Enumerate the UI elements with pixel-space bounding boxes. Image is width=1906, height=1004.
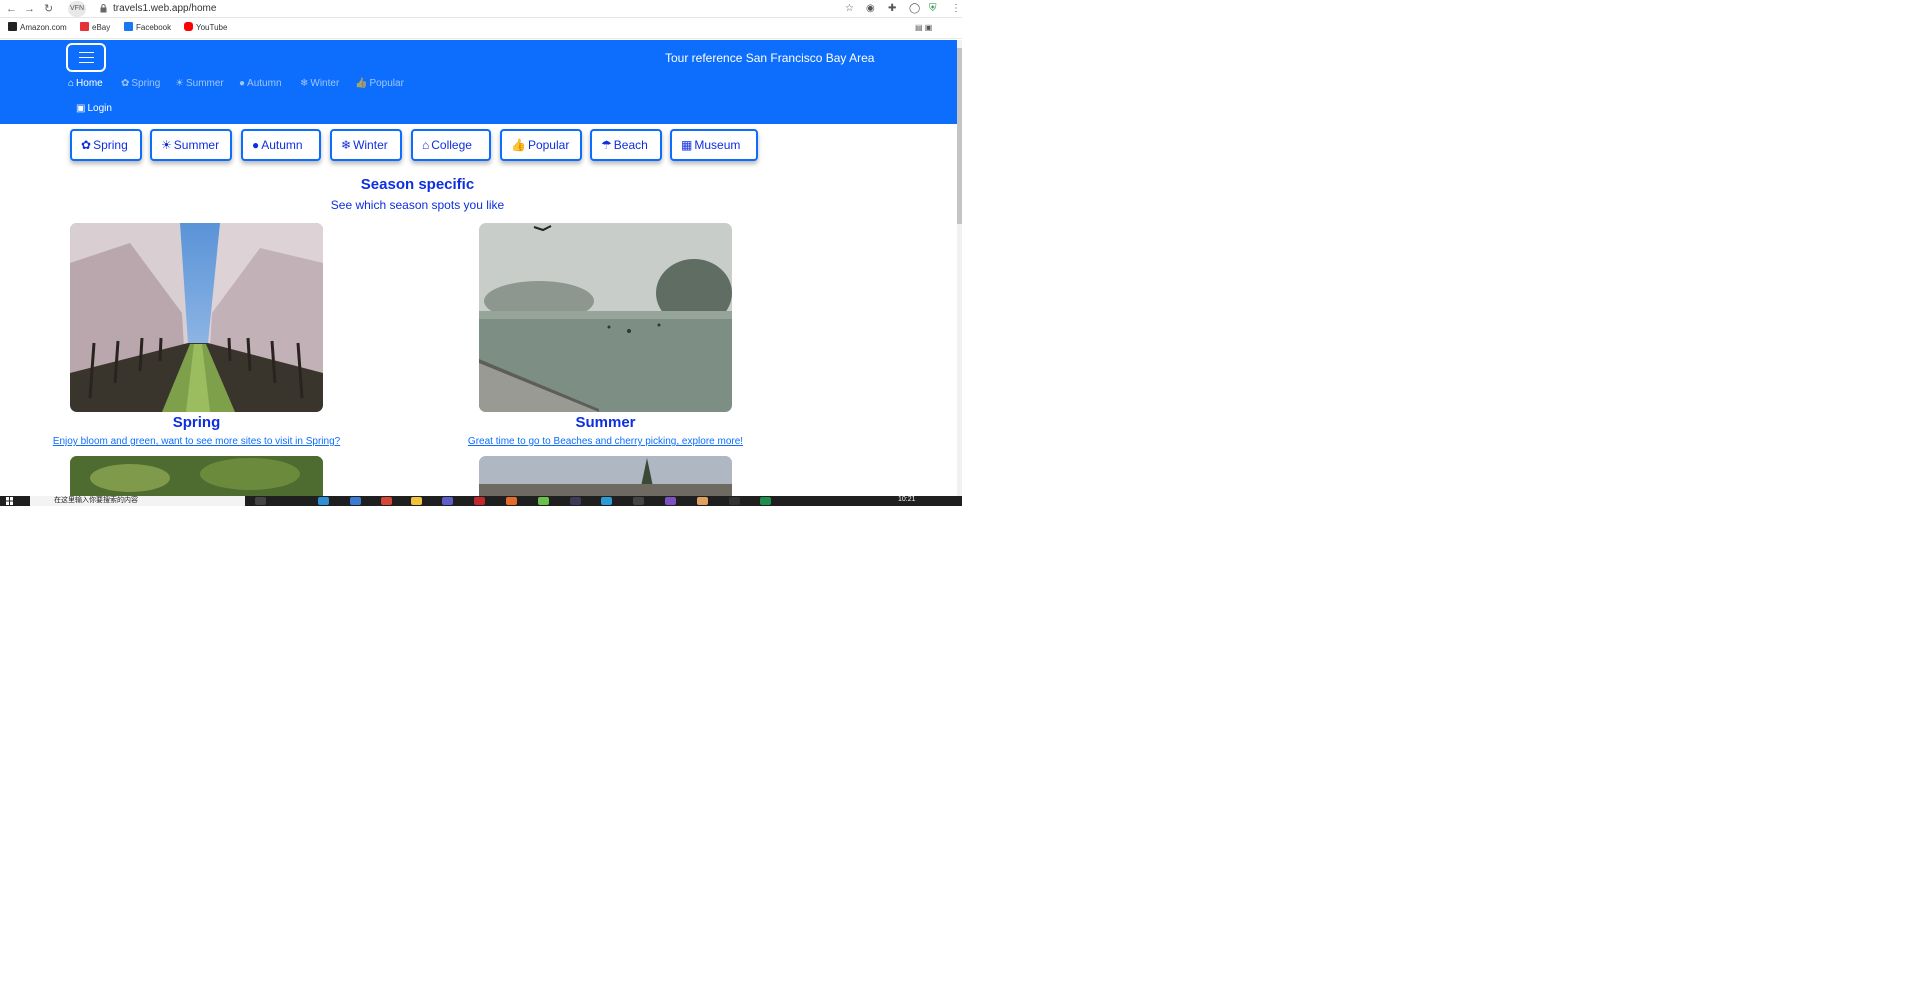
app-icon[interactable] <box>474 497 485 505</box>
lock-icon <box>100 4 107 13</box>
page-viewport: Tour reference San Francisco Bay Area ⌂ H… <box>0 40 957 496</box>
shield-icon[interactable]: ⛨ <box>929 2 937 16</box>
umbrella-icon: ☂ <box>601 138 612 152</box>
apple-icon: ● <box>239 78 246 89</box>
nav-link-popular[interactable]: 👍 Popular <box>355 78 404 90</box>
login-icon: ▣ <box>76 103 86 114</box>
ebay-icon <box>80 22 89 31</box>
nav-link-autumn[interactable]: ● Autumn <box>239 78 282 90</box>
chrome-icon[interactable] <box>506 497 517 505</box>
navbar-brand[interactable]: Tour reference San Francisco Bay Area <box>665 51 874 65</box>
nav-link-home[interactable]: ⌂ Home <box>68 78 103 90</box>
navbar-toggler-button[interactable] <box>66 43 106 72</box>
flower-icon: ✿ <box>121 78 130 89</box>
bookmark-youtube[interactable]: YouTube <box>184 22 227 34</box>
summer-card-link[interactable]: Great time to go to Beaches and cherry p… <box>440 436 771 448</box>
museum-icon: ▦ <box>681 138 693 152</box>
menu-icon[interactable]: ⋮ <box>951 2 961 16</box>
category-button-winter[interactable]: ❄ Winter <box>330 129 402 161</box>
excel-icon[interactable] <box>760 497 771 505</box>
foggy-lake-photo <box>479 223 732 412</box>
bookmark-amazon[interactable]: Amazon.com <box>8 22 67 34</box>
url-field[interactable]: travels1.web.app/home <box>113 2 216 16</box>
category-button-spring[interactable]: ✿ Spring <box>70 129 142 161</box>
taskbar-clock: 10:21 <box>898 496 916 503</box>
windows-start-icon[interactable] <box>3 497 17 505</box>
category-button-popular[interactable]: 👍 Popular <box>500 129 582 161</box>
browser-address-bar: ← → ↻ VFN travels1.web.app/home ☆ ◉ ✚ ◯ … <box>0 0 962 18</box>
back-icon[interactable]: ← <box>6 2 17 16</box>
bookmark-facebook[interactable]: Facebook <box>124 22 171 34</box>
navbar: Tour reference San Francisco Bay Area ⌂ H… <box>0 40 957 124</box>
star-icon[interactable]: ☆ <box>845 2 854 16</box>
home-icon: ⌂ <box>68 78 75 89</box>
windows-taskbar: 在这里输入你要搜索的内容 10:21 <box>0 496 962 506</box>
sun-icon: ☀ <box>175 78 184 89</box>
profile-icon[interactable]: ◯ <box>909 2 920 16</box>
login-link[interactable]: ▣ Login <box>76 103 112 115</box>
summer-card-image[interactable] <box>479 223 732 412</box>
category-button-college[interactable]: ⌂ College <box>411 129 491 161</box>
app-icon[interactable] <box>633 497 644 505</box>
edge-icon[interactable] <box>318 497 329 505</box>
hamburger-line <box>79 52 94 53</box>
mail-icon[interactable] <box>350 497 361 505</box>
spring-card-image[interactable] <box>70 223 323 412</box>
reload-icon[interactable]: ↻ <box>44 2 53 16</box>
category-button-autumn[interactable]: ● Autumn <box>241 129 321 161</box>
winter-card-image[interactable] <box>479 456 732 496</box>
nav-link-winter[interactable]: ❄ Winter <box>300 78 339 90</box>
intellij-icon[interactable] <box>570 497 581 505</box>
orchard-photo <box>70 223 323 412</box>
snowflake-icon: ❄ <box>341 138 352 152</box>
amazon-icon <box>8 22 17 31</box>
flower-icon: ✿ <box>81 138 92 152</box>
bookmark-ebay[interactable]: eBay <box>80 22 110 34</box>
hamburger-line <box>79 57 94 58</box>
spring-card-link[interactable]: Enjoy bloom and green, want to see more … <box>30 436 363 448</box>
scrollbar-thumb[interactable] <box>957 48 962 224</box>
building-icon: ⌂ <box>422 138 430 152</box>
leaves-photo <box>70 456 323 496</box>
pines-photo <box>479 456 732 496</box>
terminal-icon[interactable] <box>729 497 740 505</box>
puzzle-icon[interactable]: ✚ <box>888 2 896 16</box>
reading-list-icon[interactable]: ▤ ▣ <box>915 22 932 34</box>
autumn-card-image[interactable] <box>70 456 323 496</box>
nav-link-spring[interactable]: ✿ Spring <box>121 78 160 90</box>
hamburger-line <box>79 62 94 63</box>
task-view-icon[interactable] <box>255 497 266 505</box>
category-button-museum[interactable]: ▦ Museum <box>670 129 758 161</box>
app-icon[interactable] <box>697 497 708 505</box>
facebook-icon <box>124 22 133 31</box>
screenshot: ← → ↻ VFN travels1.web.app/home ☆ ◉ ✚ ◯ … <box>0 0 962 506</box>
visual-studio-icon[interactable] <box>665 497 676 505</box>
extension-icon[interactable]: ◉ <box>866 2 875 16</box>
sun-icon: ☀ <box>161 138 172 152</box>
thumbs-up-icon: 👍 <box>355 78 368 89</box>
folder-icon[interactable] <box>411 497 422 505</box>
youtube-icon <box>184 22 193 31</box>
site-info-pill[interactable]: VFN <box>68 1 86 17</box>
apple-icon: ● <box>252 138 260 152</box>
section-title: Season specific <box>360 176 475 193</box>
app-icon[interactable] <box>538 497 549 505</box>
nav-link-summer[interactable]: ☀ Summer <box>175 78 224 90</box>
category-button-beach[interactable]: ☂ Beach <box>590 129 662 161</box>
spring-card-title: Spring <box>172 414 221 431</box>
bookmarks-bar: Amazon.com eBay Facebook YouTube ▤ ▣ <box>0 19 962 39</box>
app-icon[interactable] <box>381 497 392 505</box>
summer-card-title: Summer <box>575 414 636 431</box>
thumbs-up-icon: 👍 <box>511 138 526 152</box>
vscode-icon[interactable] <box>601 497 612 505</box>
taskbar-search-placeholder: 在这里输入你要搜索的内容 <box>54 497 138 504</box>
snowflake-icon: ❄ <box>300 78 309 89</box>
teams-icon[interactable] <box>442 497 453 505</box>
category-button-summer[interactable]: ☀ Summer <box>150 129 232 161</box>
section-subtitle: See which season spots you like <box>330 198 505 212</box>
forward-icon[interactable]: → <box>24 2 35 16</box>
